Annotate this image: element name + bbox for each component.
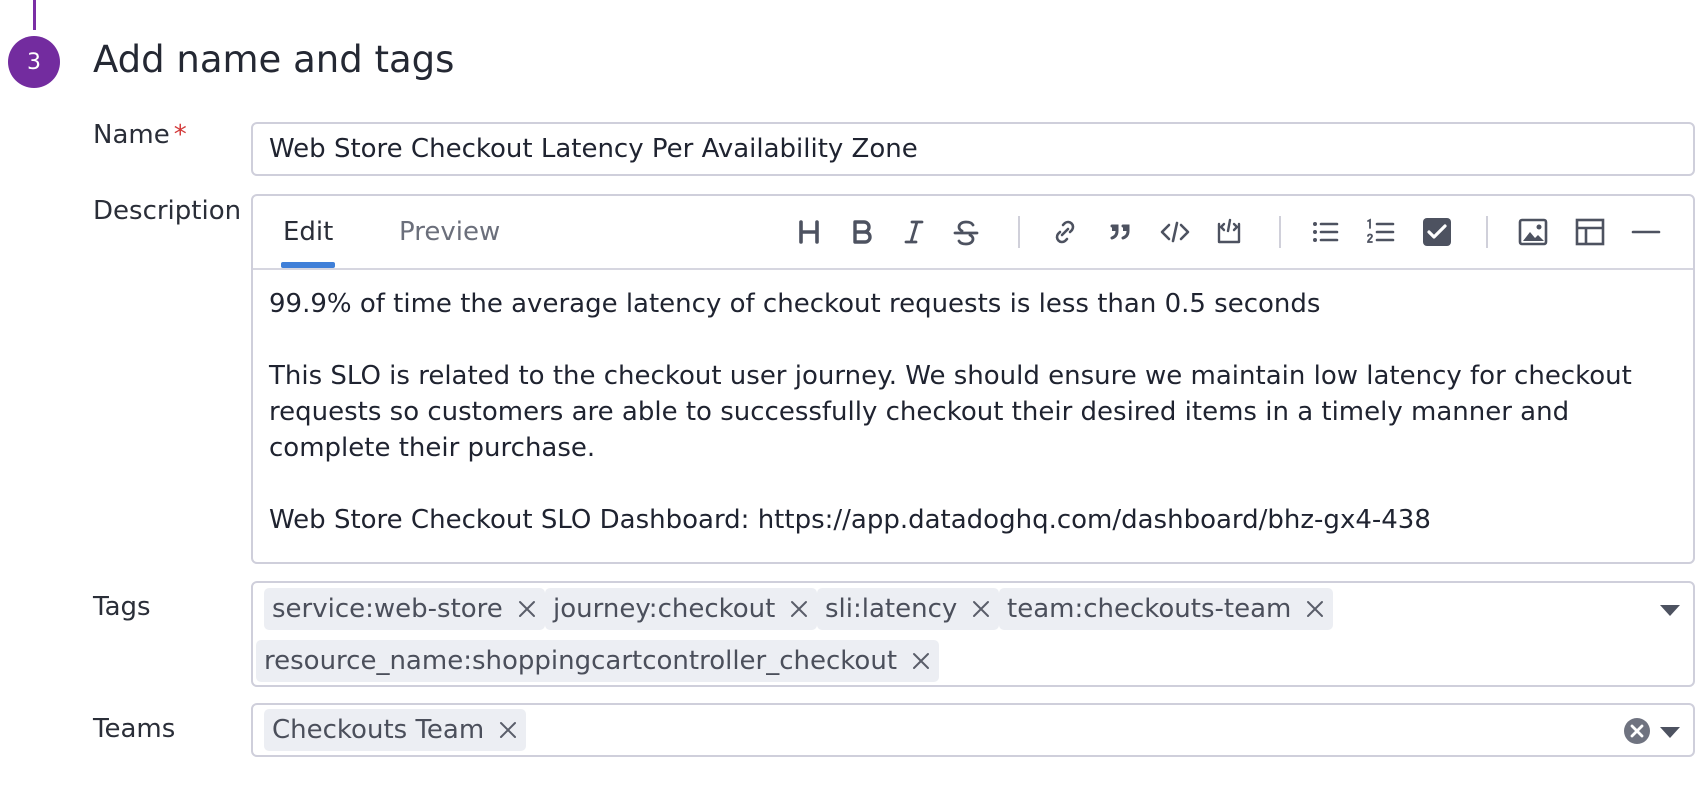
toolbar-separator <box>1279 216 1281 248</box>
name-label: Name * <box>93 120 187 150</box>
italic-icon[interactable] <box>896 214 932 250</box>
task-list-icon[interactable] <box>1419 214 1455 250</box>
tags-select[interactable]: service:web-store journey:checkout sli:l… <box>251 581 1695 687</box>
code-block-icon[interactable] <box>1211 214 1247 250</box>
step-connector-line <box>33 0 36 30</box>
team-chip-label: Checkouts Team <box>272 715 485 745</box>
horizontal-rule-icon[interactable] <box>1628 214 1664 250</box>
heading-icon[interactable] <box>791 214 827 250</box>
step-title: Add name and tags <box>93 38 455 81</box>
teams-label: Teams <box>93 714 176 744</box>
tag-chip: journey:checkout <box>545 588 818 630</box>
remove-tag-icon[interactable] <box>517 599 537 619</box>
image-icon[interactable] <box>1515 214 1551 250</box>
tab-preview[interactable]: Preview <box>399 196 500 268</box>
tag-chip-label: journey:checkout <box>553 594 776 624</box>
remove-tag-icon[interactable] <box>911 651 931 671</box>
tags-label: Tags <box>93 592 151 622</box>
link-icon[interactable] <box>1047 214 1083 250</box>
name-input-value: Web Store Checkout Latency Per Availabil… <box>269 134 918 164</box>
teams-select[interactable]: Checkouts Team <box>251 703 1695 757</box>
tag-chip-label: team:checkouts-team <box>1007 594 1292 624</box>
quote-icon[interactable] <box>1102 214 1138 250</box>
name-input[interactable]: Web Store Checkout Latency Per Availabil… <box>251 122 1695 176</box>
toolbar-separator <box>1018 216 1020 248</box>
bullet-list-icon[interactable] <box>1307 214 1343 250</box>
tag-chip-label: service:web-store <box>272 594 503 624</box>
tag-chip: sli:latency <box>817 588 1000 630</box>
required-mark: * <box>173 120 187 150</box>
description-label: Description <box>93 196 242 226</box>
tag-chip-label: resource_name:shoppingcartcontroller_che… <box>264 646 898 676</box>
name-label-text: Name <box>93 120 170 150</box>
description-line: This SLO is related to the checkout user… <box>269 361 1632 463</box>
code-icon[interactable] <box>1157 214 1193 250</box>
chevron-down-icon[interactable] <box>1659 603 1681 617</box>
strikethrough-icon[interactable] <box>948 214 984 250</box>
remove-tag-icon[interactable] <box>789 599 809 619</box>
remove-tag-icon[interactable] <box>1305 599 1325 619</box>
description-textarea[interactable]: 99.9% of time the average latency of che… <box>269 286 1673 538</box>
clear-icon[interactable] <box>1623 717 1651 745</box>
toolbar-separator <box>1486 216 1488 248</box>
table-icon[interactable] <box>1572 214 1608 250</box>
numbered-list-icon[interactable] <box>1363 214 1399 250</box>
description-editor[interactable]: Edit Preview 99.9% of time the average l… <box>251 194 1695 564</box>
tag-chip: service:web-store <box>264 588 545 630</box>
description-line: Web Store Checkout SLO Dashboard: https:… <box>269 505 1431 535</box>
chevron-down-icon[interactable] <box>1659 725 1681 739</box>
editor-toolbar: Edit Preview <box>253 196 1693 270</box>
tag-chip: resource_name:shoppingcartcontroller_che… <box>256 640 940 682</box>
tab-edit[interactable]: Edit <box>280 196 336 268</box>
add-name-and-tags-section: 3 Add name and tags Name * Web Store Chec… <box>0 0 1708 788</box>
tag-chip-label: sli:latency <box>825 594 958 624</box>
description-line: 99.9% of time the average latency of che… <box>269 289 1321 319</box>
team-chip: Checkouts Team <box>264 709 527 751</box>
remove-team-icon[interactable] <box>498 720 518 740</box>
step-number-badge: 3 <box>8 36 60 88</box>
remove-tag-icon[interactable] <box>971 599 991 619</box>
tag-chip: team:checkouts-team <box>999 588 1334 630</box>
bold-icon[interactable] <box>844 214 880 250</box>
